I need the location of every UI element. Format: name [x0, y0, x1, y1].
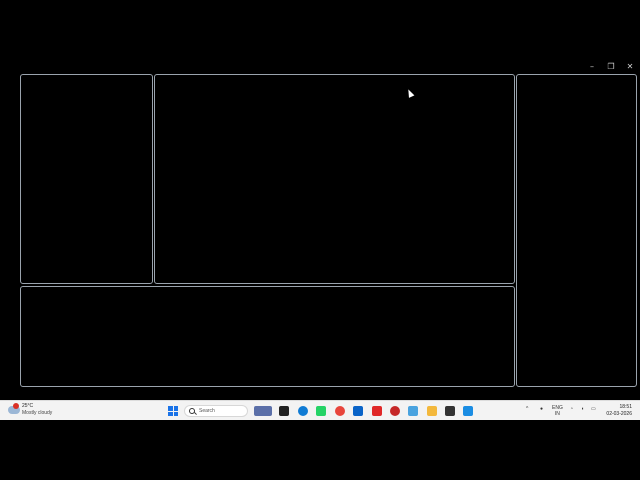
windows-logo-icon	[168, 406, 173, 411]
language-indicator[interactable]: ENG IN	[552, 405, 563, 417]
microphone-icon[interactable]: ●	[540, 406, 543, 412]
clock[interactable]: 18:51 02-03-2026	[606, 404, 632, 418]
taskbar-app-edge[interactable]	[298, 406, 308, 416]
region-code: IN	[554, 411, 560, 417]
search-box[interactable]: Search	[184, 405, 248, 417]
taskbar-app-outlook[interactable]	[353, 406, 363, 416]
taskbar-app-task-view[interactable]	[279, 406, 289, 416]
alert-badge-icon	[13, 403, 19, 409]
taskbar-app-terminal[interactable]	[445, 406, 455, 416]
taskbar-app-file-explorer[interactable]	[427, 406, 437, 416]
show-hidden-icons-button[interactable]: ^	[526, 406, 528, 412]
taskbar-app-widget[interactable]	[254, 406, 272, 416]
taskbar-app-notepad[interactable]	[408, 406, 418, 416]
close-button[interactable]: ✕	[623, 61, 637, 73]
minimize-button[interactable]: –	[585, 61, 599, 73]
weather-temp: 25°C	[22, 403, 34, 409]
restore-button[interactable]: ❐	[604, 61, 618, 73]
search-icon	[189, 408, 195, 414]
clock-time: 18:51	[619, 404, 632, 410]
bottom-panel[interactable]	[20, 286, 515, 387]
taskbar-app-red[interactable]	[390, 406, 400, 416]
taskbar-app-vscode[interactable]	[463, 406, 473, 416]
left-panel[interactable]	[20, 74, 153, 284]
battery-icon[interactable]: ▭	[591, 406, 596, 412]
taskbar-app-chrome[interactable]	[335, 406, 345, 416]
center-panel[interactable]	[154, 74, 515, 284]
volume-icon[interactable]: ◖	[581, 406, 584, 412]
start-button[interactable]	[168, 406, 178, 416]
right-panel[interactable]	[516, 74, 637, 387]
taskbar: 25°C Mostly cloudy Search ^ ● ENG IN ◔ ◖…	[0, 400, 640, 420]
taskbar-app-whatsapp[interactable]	[316, 406, 326, 416]
wifi-icon[interactable]: ◔	[570, 406, 573, 412]
taskbar-app-acrobat[interactable]	[372, 406, 382, 416]
search-label: Search	[199, 408, 215, 414]
weather-condition: Mostly cloudy	[22, 410, 53, 416]
clock-date: 02-03-2026	[606, 411, 632, 417]
